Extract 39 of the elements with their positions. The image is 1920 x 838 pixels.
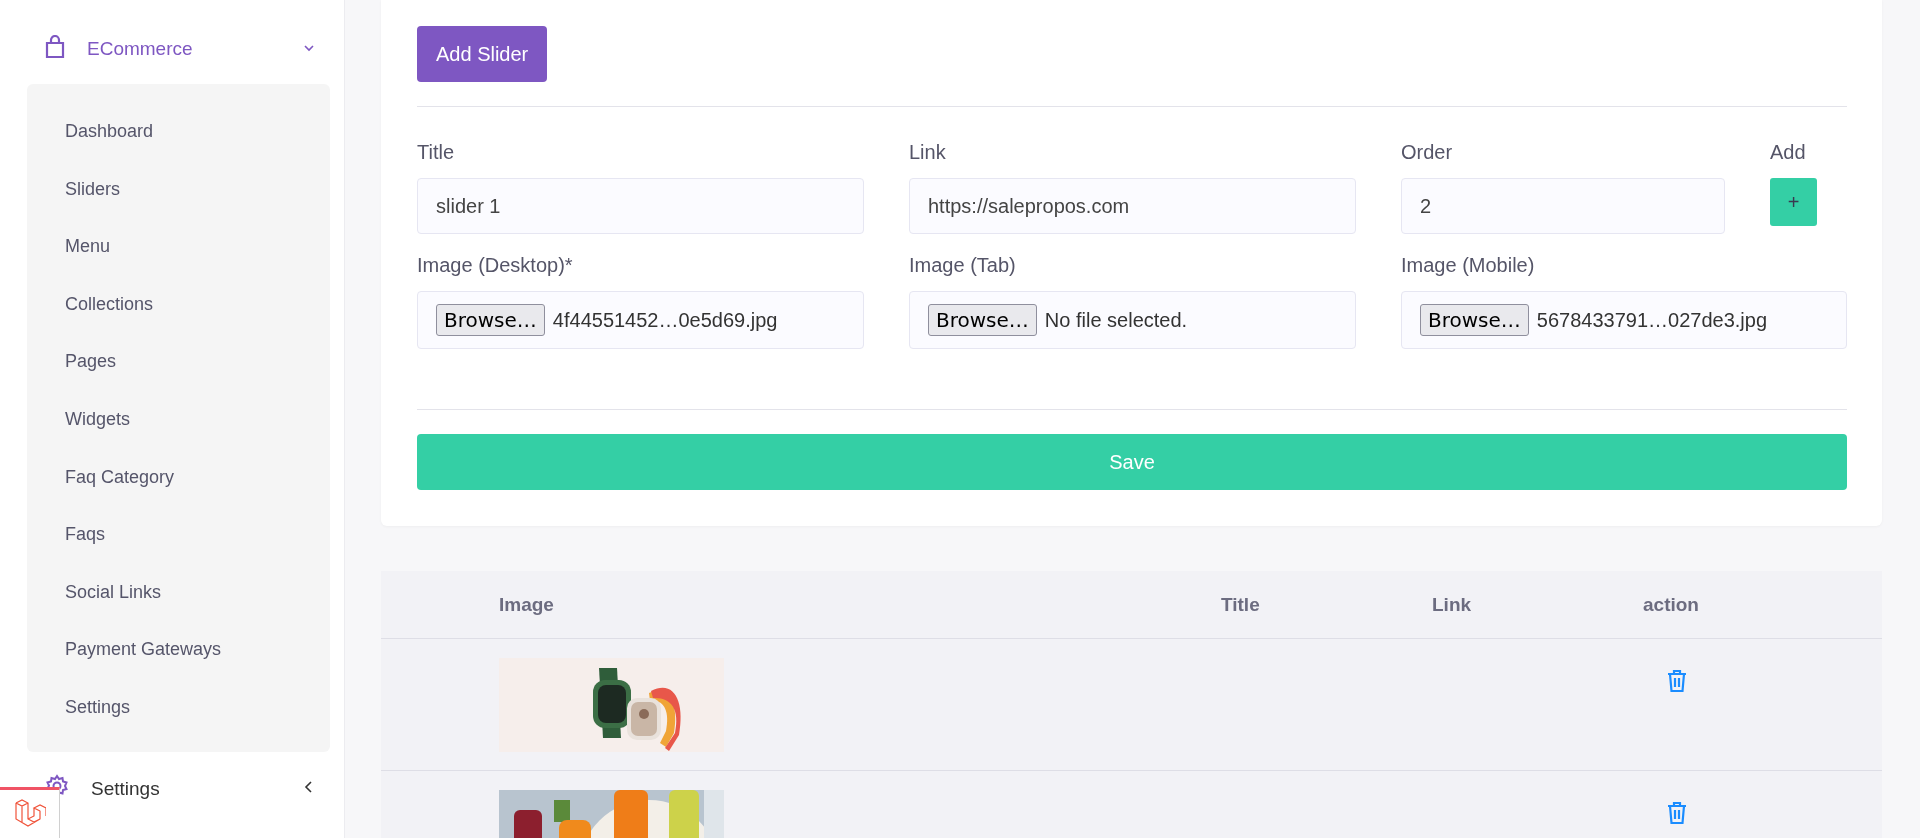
column-header: action	[1643, 593, 1699, 616]
submenu-item[interactable]: Collections	[27, 280, 192, 339]
submenu-item[interactable]: Payment Gateways	[27, 626, 260, 684]
file-input[interactable]: Browse… 4f44551452…0e5d69.jpg	[417, 291, 864, 349]
submenu-item[interactable]: Sliders	[27, 165, 159, 224]
trash-icon[interactable]	[1666, 801, 1688, 825]
menu-group[interactable]: ECommerce	[0, 0, 344, 84]
field-label: Link	[909, 141, 946, 164]
text-field[interactable]: slider 1	[417, 178, 864, 234]
field-label: Order	[1401, 141, 1453, 164]
text-field[interactable]: https://salepropos.com	[909, 178, 1356, 234]
shopping-bag-icon	[45, 34, 65, 59]
column-header: Image	[499, 593, 554, 616]
menu-group-label: ECommerce	[87, 38, 194, 60]
submenu-item[interactable]: Widgets	[27, 395, 169, 454]
submenu-item[interactable]: Menu	[27, 223, 149, 281]
submenu-item[interactable]: Dashboard	[27, 108, 192, 166]
submenu-item[interactable]: Faq Category	[27, 453, 213, 512]
submenu-item[interactable]: Social Links	[27, 568, 200, 627]
debugbar-toast[interactable]	[0, 787, 60, 838]
menu-group[interactable]: Settings	[0, 751, 344, 824]
submenu-item[interactable]: Settings	[27, 683, 169, 742]
field-label: Image (Tab)	[909, 254, 1016, 277]
field-label: Add	[1770, 141, 1806, 164]
field-label: Image (Desktop)*	[417, 254, 573, 277]
text-field[interactable]: 2	[1401, 178, 1725, 234]
cubes-logo-icon	[13, 799, 46, 829]
submenu-item[interactable]: Pages	[27, 338, 155, 396]
add-slider-button[interactable]: Add Slider	[417, 26, 548, 82]
field-label: Image (Mobile)	[1401, 254, 1535, 277]
trash-icon[interactable]	[1666, 669, 1688, 693]
column-header: Title	[1221, 593, 1260, 616]
submenu-item[interactable]: Faqs	[27, 511, 144, 569]
add-button[interactable]: +	[1770, 178, 1817, 226]
column-header: Link	[1432, 593, 1472, 616]
file-input[interactable]: Browse… 5678433791…027de3.jpg	[1401, 291, 1847, 349]
menu-group-label: Settings	[91, 777, 161, 800]
file-input[interactable]: Browse… No file selected.	[909, 291, 1356, 349]
field-label: Title	[417, 141, 455, 164]
